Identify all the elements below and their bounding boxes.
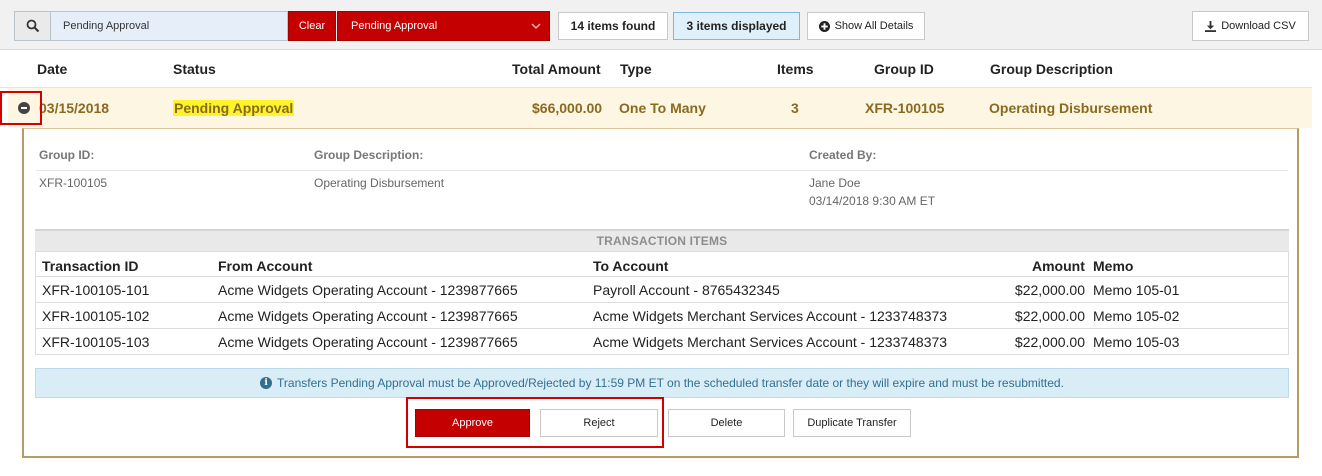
tx-amount: $22,000.00 bbox=[1014, 334, 1085, 350]
transaction-items-title: TRANSACTION ITEMS bbox=[35, 229, 1289, 251]
delete-button[interactable]: Delete bbox=[668, 409, 785, 437]
tx-from: Acme Widgets Operating Account - 1239877… bbox=[218, 282, 518, 298]
status-filter-select[interactable]: Pending Approval bbox=[337, 11, 550, 41]
row-date: 03/15/2018 bbox=[39, 100, 110, 116]
column-header-group-id[interactable]: Group ID bbox=[874, 61, 934, 77]
column-header-items[interactable]: Items bbox=[777, 61, 814, 77]
toolbar: Clear Pending Approval 14 items found 3 … bbox=[0, 0, 1322, 50]
row-group-id: XFR-100105 bbox=[865, 100, 945, 116]
tx-id: XFR-100105-102 bbox=[42, 308, 150, 324]
column-header-status[interactable]: Status bbox=[173, 61, 216, 77]
created-by-name: Jane Doe bbox=[809, 176, 861, 190]
row-type: One To Many bbox=[619, 100, 706, 116]
expiry-notice-text: Transfers Pending Approval must be Appro… bbox=[277, 376, 1064, 390]
items-displayed-count: 3 items displayed bbox=[673, 12, 800, 40]
detail-divider bbox=[36, 170, 1288, 171]
status-filter-value: Pending Approval bbox=[351, 20, 438, 32]
tx-header-from: From Account bbox=[218, 258, 313, 274]
tx-amount: $22,000.00 bbox=[1014, 308, 1085, 324]
plus-circle-icon bbox=[818, 20, 830, 32]
table-row: XFR-100105-101 Acme Widgets Operating Ac… bbox=[35, 277, 1289, 303]
column-header-date[interactable]: Date bbox=[37, 61, 67, 77]
expiry-notice: i Transfers Pending Approval must be App… bbox=[35, 368, 1289, 398]
tx-from: Acme Widgets Operating Account - 1239877… bbox=[218, 334, 518, 350]
tx-to: Acme Widgets Merchant Services Account -… bbox=[593, 334, 948, 350]
items-found-count: 14 items found bbox=[558, 12, 668, 40]
tx-amount: $22,000.00 bbox=[1014, 282, 1085, 298]
row-total-amount: $66,000.00 bbox=[532, 100, 603, 116]
info-icon: i bbox=[260, 377, 273, 389]
tx-to: Payroll Account - 8765432345 bbox=[593, 282, 780, 298]
annotation-callout-actions bbox=[406, 397, 664, 448]
clear-button[interactable]: Clear bbox=[288, 11, 336, 41]
download-csv-button[interactable]: Download CSV bbox=[1192, 11, 1309, 41]
download-icon bbox=[1205, 20, 1217, 32]
group-id-label: Group ID: bbox=[39, 148, 95, 162]
duplicate-transfer-button[interactable]: Duplicate Transfer bbox=[793, 409, 911, 437]
tx-id: XFR-100105-101 bbox=[42, 282, 150, 298]
tx-id: XFR-100105-103 bbox=[42, 334, 150, 350]
tx-memo: Memo 105-01 bbox=[1093, 282, 1180, 298]
transaction-table-header: Transaction ID From Account To Account A… bbox=[35, 251, 1289, 277]
column-header-type[interactable]: Type bbox=[620, 61, 652, 77]
show-all-details-button[interactable]: Show All Details bbox=[807, 12, 925, 40]
column-header-group-description[interactable]: Group Description bbox=[990, 61, 1113, 77]
group-id-value: XFR-100105 bbox=[39, 176, 108, 190]
row-status: Pending Approval bbox=[173, 100, 295, 116]
group-description-value: Operating Disbursement bbox=[314, 176, 445, 190]
table-row: XFR-100105-102 Acme Widgets Operating Ac… bbox=[35, 303, 1289, 329]
tx-from: Acme Widgets Operating Account - 1239877… bbox=[218, 308, 518, 324]
row-group-description: Operating Disbursement bbox=[989, 100, 1153, 116]
tx-memo: Memo 105-02 bbox=[1093, 308, 1180, 324]
show-all-details-label: Show All Details bbox=[834, 20, 914, 32]
annotation-callout-expand bbox=[0, 91, 42, 125]
search-icon bbox=[26, 19, 39, 33]
table-row: XFR-100105-103 Acme Widgets Operating Ac… bbox=[35, 329, 1289, 355]
tx-header-to: To Account bbox=[593, 258, 669, 274]
chevron-down-icon bbox=[531, 23, 541, 30]
created-by-timestamp: 03/14/2018 9:30 AM ET bbox=[809, 194, 936, 208]
group-description-label: Group Description: bbox=[314, 148, 424, 162]
tx-header-id: Transaction ID bbox=[42, 258, 139, 274]
tx-memo: Memo 105-03 bbox=[1093, 334, 1180, 350]
created-by-label: Created By: bbox=[809, 148, 877, 162]
tx-header-amount: Amount bbox=[1032, 258, 1085, 274]
search-input[interactable] bbox=[51, 12, 287, 40]
search-box bbox=[14, 11, 288, 41]
table-row[interactable]: 03/15/2018 Pending Approval $66,000.00 O… bbox=[8, 88, 1312, 128]
search-button[interactable] bbox=[15, 12, 51, 40]
table-header: Date Status Total Amount Type Items Grou… bbox=[0, 50, 1312, 88]
column-header-total-amount[interactable]: Total Amount bbox=[512, 61, 601, 77]
tx-to: Acme Widgets Merchant Services Account -… bbox=[593, 308, 948, 324]
download-csv-label: Download CSV bbox=[1221, 20, 1296, 32]
tx-header-memo: Memo bbox=[1093, 258, 1134, 274]
row-items: 3 bbox=[791, 100, 799, 116]
